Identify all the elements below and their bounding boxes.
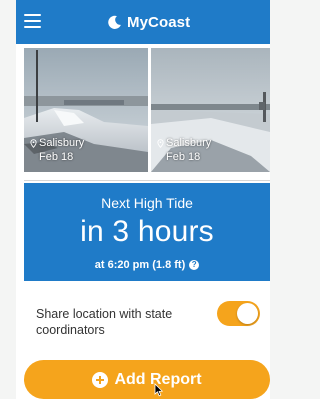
- tide-title: Next High Tide: [101, 195, 193, 211]
- plus-circle-icon: [92, 371, 109, 388]
- add-report-button[interactable]: Add Report: [24, 360, 270, 399]
- crescent-moon-logo-icon: [108, 15, 121, 29]
- app-title: MyCoast: [127, 13, 191, 31]
- map-pin-icon: [157, 138, 164, 148]
- photo-date: Feb 18: [39, 151, 74, 163]
- share-location-label: Share location with state coordinators: [36, 307, 173, 337]
- map-pin-icon: [30, 138, 37, 148]
- photo-location: Salisbury: [39, 137, 85, 149]
- toggle-knob: [237, 303, 258, 324]
- tide-countdown: in 3 hours: [80, 215, 214, 248]
- hamburger-menu-icon[interactable]: [24, 14, 41, 28]
- section-divider: [24, 180, 270, 181]
- top-bar: MyCoast: [16, 0, 270, 44]
- tide-detail: at 6:20 pm (1.8 ft) ?: [24, 259, 270, 271]
- mouse-pointer-icon: [154, 383, 163, 397]
- next-high-tide-card[interactable]: Next High Tide in 3 hours at 6:20 pm (1.…: [24, 183, 270, 281]
- photo-card[interactable]: Salisbury Feb 18: [151, 48, 270, 172]
- photo-caption: Salisbury Feb 18: [30, 136, 84, 164]
- photo-gallery: Salisbury Feb 18 Salisbury Feb 18: [24, 48, 270, 172]
- photo-date: Feb 18: [166, 151, 201, 163]
- photo-card[interactable]: Salisbury Feb 18: [24, 48, 148, 172]
- share-location-toggle[interactable]: [217, 301, 260, 326]
- brand: MyCoast: [107, 12, 190, 32]
- photo-location: Salisbury: [166, 137, 212, 149]
- question-circle-icon[interactable]: ?: [189, 260, 200, 270]
- tide-time-height: at 6:20 pm (1.8 ft): [94, 259, 186, 271]
- photo-caption: Salisbury Feb 18: [157, 136, 211, 164]
